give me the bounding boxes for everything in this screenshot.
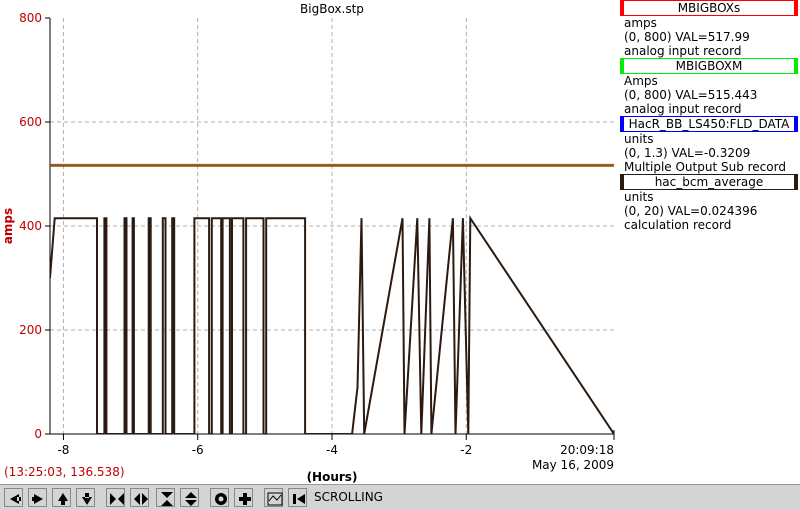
pen-name-button[interactable]: MBIGBOXs	[620, 0, 798, 16]
toolbar: SCROLLING	[0, 484, 800, 510]
zoom-out-x-button[interactable]	[130, 488, 149, 507]
mode-label: SCROLLING	[314, 490, 383, 504]
x-tick-label: -4	[326, 443, 338, 457]
zoom-in-y-icon	[161, 492, 173, 506]
pen-record-type: Multiple Output Sub record	[624, 160, 786, 174]
y-axis-label: amps	[1, 208, 15, 244]
axes	[45, 17, 615, 440]
scroll-left-icon	[10, 494, 21, 504]
pen-name-button[interactable]: HacR_BB_LS450:FLD_DATA	[620, 116, 798, 132]
pen-name-button[interactable]: MBIGBOXM	[620, 58, 798, 74]
toggle-grid-button[interactable]	[264, 488, 283, 507]
pen-entry[interactable]: HacR_BB_LS450:FLD_DATA units (0, 1.3) VAL=…	[618, 116, 800, 174]
pen-units: units	[624, 132, 654, 146]
chart-title: BigBox.stp	[300, 2, 364, 16]
pen-range-value: (0, 800) VAL=515.443	[624, 88, 758, 102]
end-date-label: May 16, 2009	[532, 458, 614, 472]
x-tick-label: -2	[460, 443, 472, 457]
scroll-left-button[interactable]	[4, 488, 23, 507]
x-axis-label: (Hours)	[307, 470, 358, 484]
auto-scale-icon	[215, 493, 227, 505]
y-tick-label: 200	[19, 323, 42, 337]
y-tick-label: 800	[19, 11, 42, 25]
zoom-out-y-button[interactable]	[180, 488, 199, 507]
scroll-right-icon	[32, 494, 43, 504]
x-tick-label: -6	[192, 443, 204, 457]
pen-entry[interactable]: MBIGBOXM Amps (0, 800) VAL=515.443 analog i…	[618, 58, 800, 116]
zoom-in-x-icon	[110, 493, 124, 505]
y-tick-label: 0	[34, 427, 42, 441]
pen-range-value: (0, 800) VAL=517.99	[624, 30, 750, 44]
pen-name-button[interactable]: hac_bcm_average	[620, 174, 798, 190]
auto-scale-button[interactable]	[210, 488, 229, 507]
scroll-down-icon	[82, 493, 92, 505]
pen-record-type: analog input record	[624, 102, 742, 116]
plot-area[interactable]: 0 200 400 600 800 -8 -6 -4 -2 BigBox.stp amps (Hour…	[0, 0, 618, 484]
zoom-in-x-button[interactable]	[106, 488, 125, 507]
pen-legend-panel: MBIGBOXs amps (0, 800) VAL=517.99 analog in…	[618, 0, 800, 232]
add-pen-icon	[239, 493, 251, 505]
pen-units: Amps	[624, 74, 658, 88]
zoom-out-y-icon	[185, 492, 197, 506]
pen-units: units	[624, 190, 654, 204]
y-tick-label: 400	[19, 219, 42, 233]
cursor-readout: (13:25:03, 136.538)	[4, 465, 125, 479]
pen-entry[interactable]: MBIGBOXs amps (0, 800) VAL=517.99 analog in…	[618, 0, 800, 58]
scroll-down-button[interactable]	[76, 488, 95, 507]
pen-record-type: analog input record	[624, 44, 742, 58]
end-time-label: 20:09:18	[560, 443, 614, 457]
zoom-in-y-button[interactable]	[156, 488, 175, 507]
pen-range-value: (0, 20) VAL=0.024396	[624, 204, 758, 218]
add-pen-button[interactable]	[234, 488, 253, 507]
scroll-right-button[interactable]	[28, 488, 47, 507]
stop-scroll-button[interactable]	[288, 488, 307, 507]
scroll-up-button[interactable]	[52, 488, 71, 507]
pen-record-type: calculation record	[624, 218, 732, 232]
x-tick-label: -8	[57, 443, 69, 457]
toggle-grid-icon	[267, 492, 283, 506]
stop-scroll-icon	[293, 494, 305, 504]
pen-range-value: (0, 1.3) VAL=-0.3209	[624, 146, 751, 160]
labels: 0 200 400 600 800 -8 -6 -4 -2 BigBox.stp amps (Hour…	[1, 2, 614, 484]
pen-entry[interactable]: hac_bcm_average units (0, 20) VAL=0.024396…	[618, 174, 800, 232]
zoom-out-x-icon	[134, 493, 148, 505]
y-tick-label: 600	[19, 115, 42, 129]
pen-units: amps	[624, 16, 657, 30]
scroll-up-icon	[58, 493, 68, 505]
